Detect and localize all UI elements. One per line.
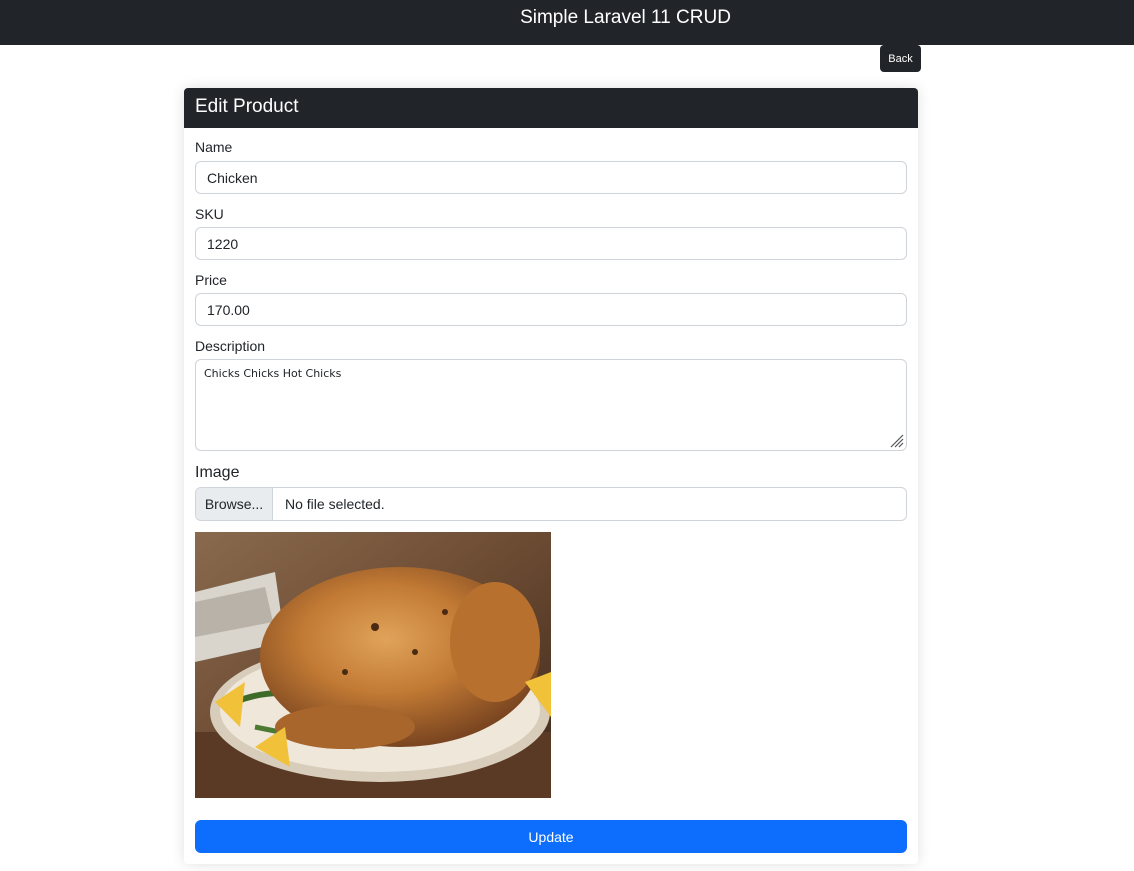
update-button[interactable]: Update <box>195 820 907 853</box>
description-label: Description <box>195 338 266 354</box>
description-textarea[interactable]: Chicks Chicks Hot Chicks <box>195 359 907 451</box>
sku-input[interactable]: 1220 <box>195 227 907 260</box>
edit-product-card: Edit Product Name Chicken SKU 1220 Price… <box>184 88 918 864</box>
sku-label: SKU <box>195 206 224 222</box>
image-file-input[interactable]: Browse... No file selected. <box>195 487 907 521</box>
price-label: Price <box>195 272 227 288</box>
roast-chicken-image <box>195 532 551 798</box>
top-navbar: Simple Laravel 11 CRUD <box>0 0 1134 45</box>
product-image <box>195 532 551 798</box>
app-title: Simple Laravel 11 CRUD <box>520 7 731 28</box>
description-text: Chicks Chicks Hot Chicks <box>204 367 342 380</box>
price-input[interactable]: 170.00 <box>195 293 907 326</box>
file-status: No file selected. <box>285 496 385 512</box>
resize-grip-icon[interactable] <box>888 432 904 448</box>
image-label: Image <box>195 464 240 481</box>
browse-button[interactable]: Browse... <box>196 488 273 520</box>
back-button[interactable]: Back <box>880 45 921 72</box>
name-label: Name <box>195 139 233 155</box>
card-title: Edit Product <box>184 88 918 128</box>
name-input[interactable]: Chicken <box>195 161 907 194</box>
